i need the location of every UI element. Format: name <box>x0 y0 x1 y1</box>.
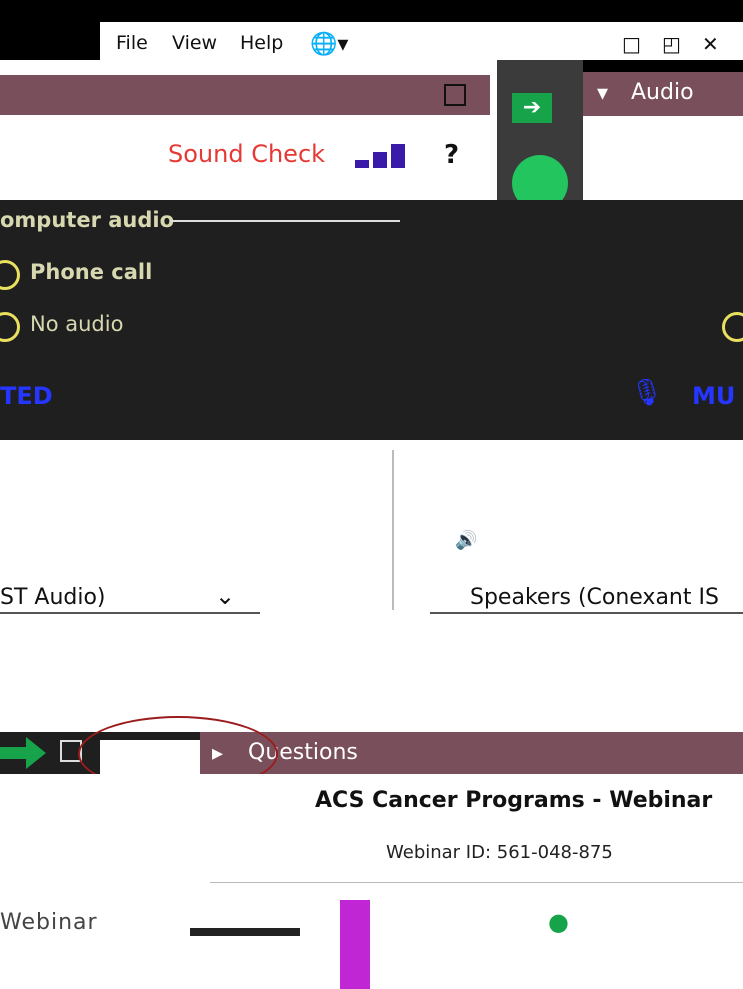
popout-icon[interactable]: ◰ <box>662 32 681 56</box>
audio-side-panel <box>583 116 743 200</box>
collapse-triangle-icon: ▾ <box>597 81 609 106</box>
radio-right[interactable] <box>722 312 743 342</box>
menu-view[interactable]: View <box>172 32 217 54</box>
webinar-title: ACS Cancer Programs - Webinar <box>315 788 713 813</box>
muted-label-right: MU <box>692 382 736 410</box>
gotowebinar-logo: Webinar <box>0 910 98 935</box>
menu-help[interactable]: Help <box>240 32 283 54</box>
close-icon[interactable]: ✕ <box>702 32 719 56</box>
phone-call-radio[interactable] <box>0 260 20 290</box>
computer-audio-option[interactable]: omputer audio <box>0 208 174 232</box>
help-icon[interactable]: ? <box>444 140 459 170</box>
speakers-select[interactable]: Speakers (Conexant IS <box>470 585 719 610</box>
brand-glyph <box>340 900 370 989</box>
globe-icon[interactable]: 🌐▾ <box>310 32 348 57</box>
green-arrow-icon <box>0 737 46 769</box>
signal-bars-icon <box>355 142 415 168</box>
phone-call-option[interactable]: Phone call <box>30 260 152 284</box>
panel-titlebar <box>0 75 490 115</box>
no-audio-option[interactable]: No audio <box>30 312 123 336</box>
arrow-right-icon[interactable]: ➔ <box>512 93 552 123</box>
restore-icon[interactable]: □ <box>622 32 641 56</box>
microphone-select[interactable]: ST Audio) <box>0 585 106 610</box>
brand-bar <box>190 928 300 936</box>
sound-check-link[interactable]: Sound Check <box>168 140 325 168</box>
speaker-icon: 🔊 <box>455 530 478 551</box>
no-audio-radio[interactable] <box>0 312 20 342</box>
mic-muted-icon: 🎙 <box>630 378 664 408</box>
menu-file[interactable]: File <box>116 32 148 54</box>
brand-logo-right: ● <box>548 908 569 936</box>
webinar-id: Webinar ID: 561-048-875 <box>386 842 613 863</box>
white-column <box>100 740 200 910</box>
popout-icon[interactable] <box>444 84 466 106</box>
chevron-down-icon[interactable]: ⌄ <box>215 582 235 610</box>
audio-panel-header[interactable]: ▾ Audio <box>583 72 743 116</box>
audio-header-label: Audio <box>631 80 694 105</box>
muted-label: TED <box>0 382 53 410</box>
questions-panel-header[interactable]: ▸ Questions <box>200 732 743 774</box>
menu-bar: File View Help 🌐▾ □ ◰ ✕ <box>100 22 743 60</box>
divider <box>210 882 743 883</box>
